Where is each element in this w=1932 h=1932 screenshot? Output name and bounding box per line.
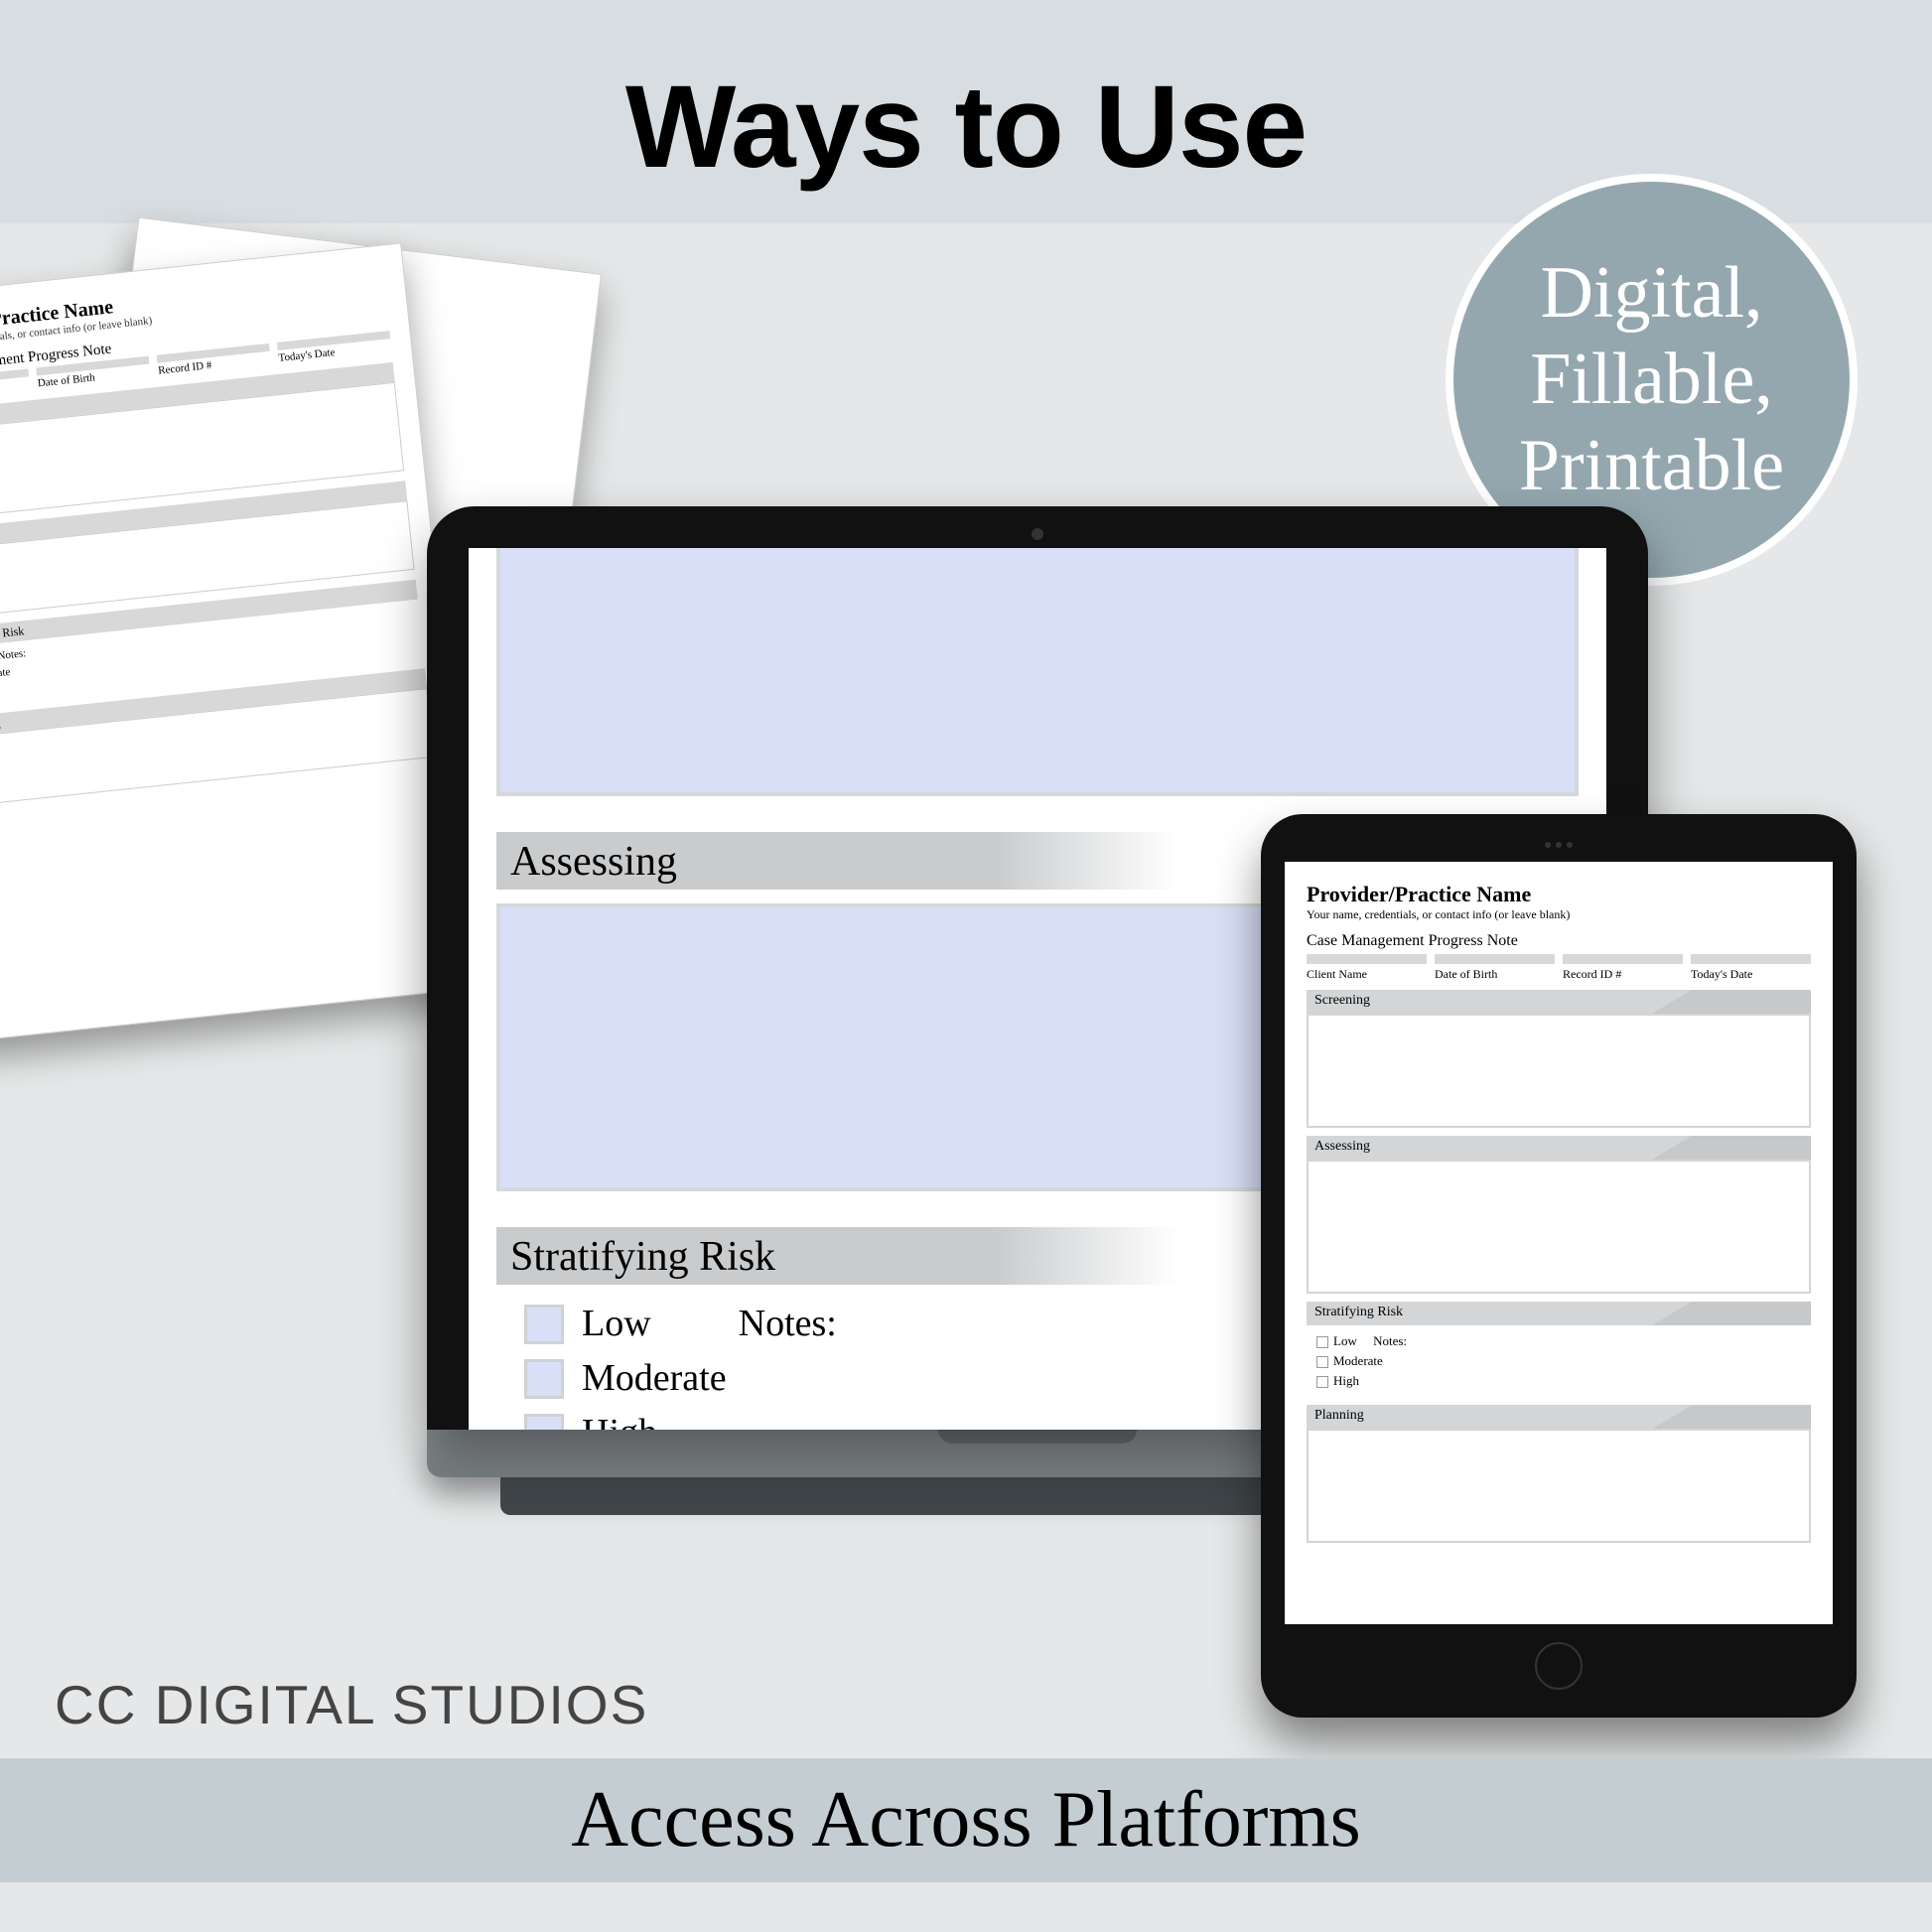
checkbox-low[interactable] [524, 1305, 564, 1344]
tab-field-client: Client Name [1307, 954, 1427, 982]
tab-provider-name: Provider/Practice Name [1307, 882, 1811, 907]
tablet-screen: Provider/Practice Name Your name, creden… [1285, 862, 1833, 1624]
tab-field-row: Client Name Date of Birth Record ID # To… [1307, 954, 1811, 982]
badge-line-2: Fillable, [1530, 337, 1773, 423]
fillable-area-top[interactable] [496, 548, 1579, 796]
tab-field-dob: Date of Birth [1435, 954, 1555, 982]
tablet-home-button[interactable] [1535, 1642, 1583, 1690]
brand-label: CC DIGITAL STUDIOS [55, 1673, 648, 1736]
risk-high-label: High [582, 1406, 657, 1430]
tab-form-title: Case Management Progress Note [1307, 932, 1811, 950]
tab-provider-sub: Your name, credentials, or contact info … [1307, 907, 1811, 922]
tab-section-stratifying: Stratifying Risk [1307, 1302, 1811, 1325]
tablet-mockup: Provider/Practice Name Your name, creden… [1261, 814, 1857, 1718]
checkbox-high[interactable] [524, 1414, 564, 1430]
checkbox-moderate[interactable] [524, 1359, 564, 1399]
risk-low-label: Low [582, 1297, 651, 1351]
tablet-camera [1285, 842, 1833, 848]
page-title: Ways to Use [0, 0, 1932, 195]
tab-checkbox-high[interactable] [1316, 1376, 1328, 1388]
risk-notes-label: Notes: [739, 1297, 837, 1351]
badge-line-3: Printable [1519, 423, 1784, 509]
tab-section-planning: Planning [1307, 1405, 1811, 1429]
tab-section-assessing: Assessing [1307, 1136, 1811, 1160]
paper-sheet-front: Provider/Practice Name Your name, creden… [0, 242, 480, 1042]
field-client: Client Name [0, 368, 31, 402]
tab-field-date: Today's Date [1691, 954, 1811, 982]
tab-section-screening: Screening [1307, 990, 1811, 1014]
footer-text: Access Across Platforms [571, 1775, 1360, 1865]
risk-moderate-label: Moderate [582, 1351, 727, 1406]
tab-checkbox-low[interactable] [1316, 1336, 1328, 1348]
tab-risk-options: Low Notes: Moderate High [1307, 1325, 1811, 1397]
tab-checkbox-moderate[interactable] [1316, 1356, 1328, 1368]
badge-line-1: Digital, [1540, 250, 1762, 337]
footer-bar: Access Across Platforms [0, 1758, 1932, 1882]
tab-field-record: Record ID # [1563, 954, 1683, 982]
